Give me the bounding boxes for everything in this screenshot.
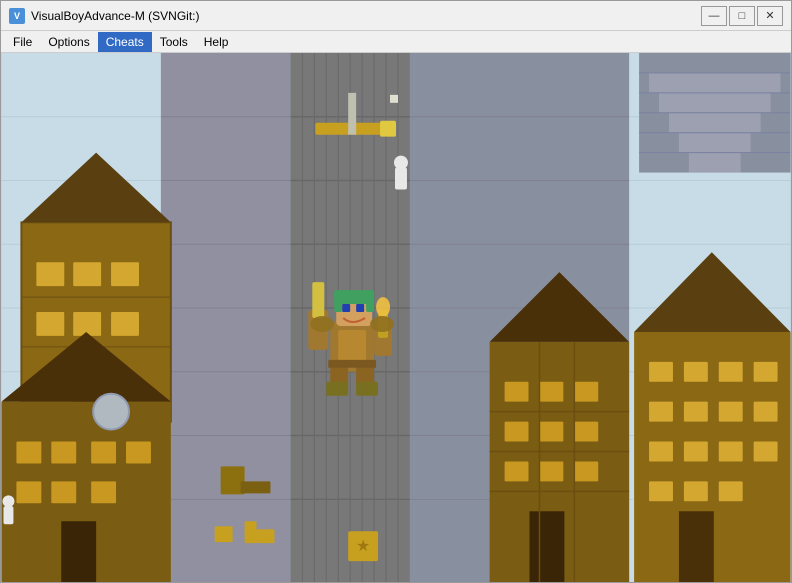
window-title: VisualBoyAdvance-M (SVNGit:): [31, 9, 701, 23]
menu-file[interactable]: File: [5, 32, 40, 52]
svg-text:★: ★: [356, 538, 370, 555]
maximize-button[interactable]: □: [729, 6, 755, 26]
game-viewport: ★: [1, 53, 791, 582]
menu-bar: File Options Cheats Tools Help: [1, 31, 791, 53]
menu-cheats[interactable]: Cheats: [98, 32, 152, 52]
app-window: V VisualBoyAdvance-M (SVNGit:) — □ ✕ Fil…: [0, 0, 792, 583]
window-controls: — □ ✕: [701, 6, 783, 26]
close-button[interactable]: ✕: [757, 6, 783, 26]
menu-tools[interactable]: Tools: [152, 32, 196, 52]
menu-help[interactable]: Help: [196, 32, 237, 52]
menu-options[interactable]: Options: [40, 32, 97, 52]
app-icon: V: [9, 8, 25, 24]
minimize-button[interactable]: —: [701, 6, 727, 26]
title-bar: V VisualBoyAdvance-M (SVNGit:) — □ ✕: [1, 1, 791, 31]
game-scene: ★: [1, 53, 791, 582]
